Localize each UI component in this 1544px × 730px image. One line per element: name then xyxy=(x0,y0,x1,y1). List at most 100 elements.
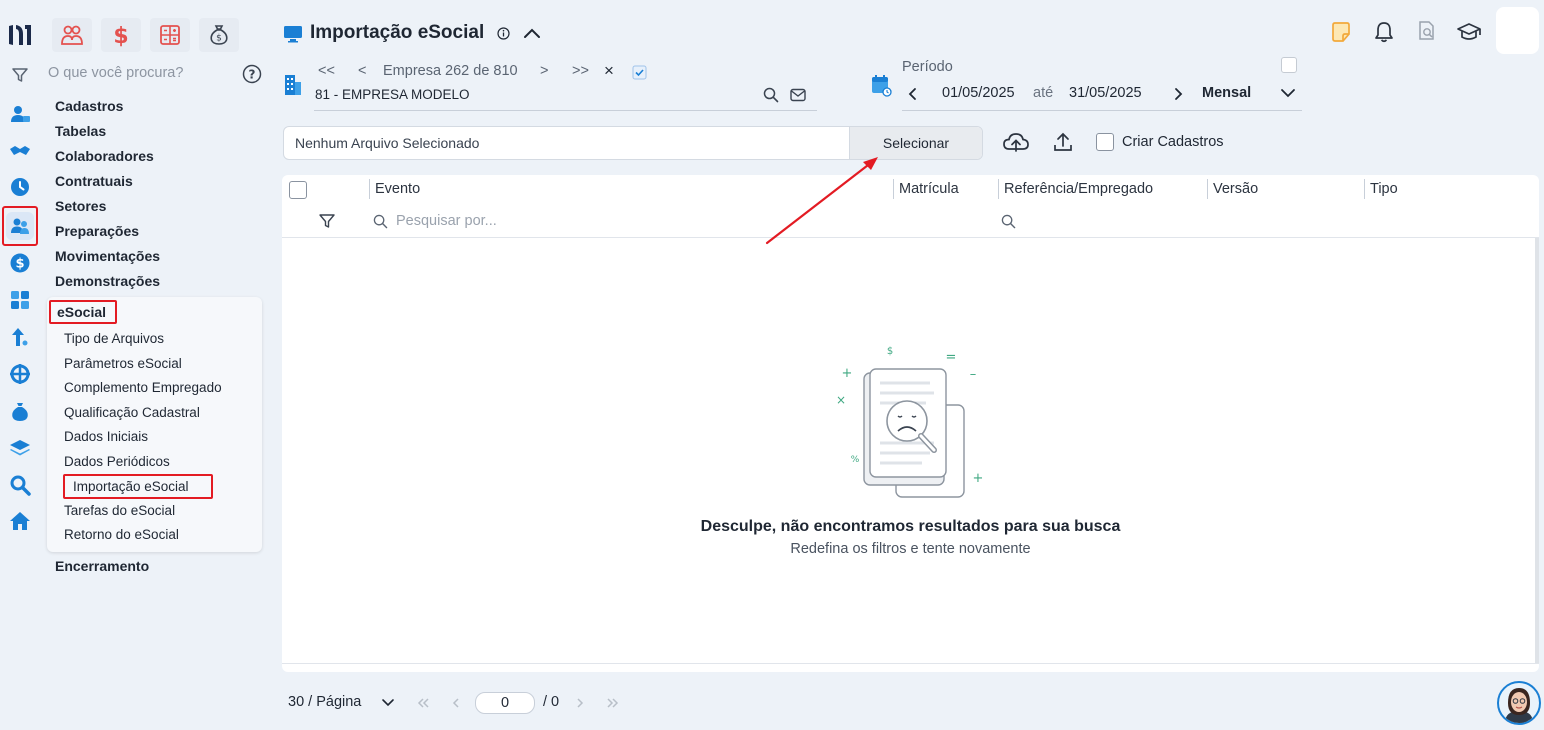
submenu-item[interactable]: Parâmetros eSocial xyxy=(64,356,182,371)
module-money-bag-icon[interactable]: $ xyxy=(199,18,239,52)
menu-setores[interactable]: Setores xyxy=(55,198,106,214)
layers-icon[interactable] xyxy=(6,434,34,462)
per-page-select[interactable]: 30 / Página xyxy=(288,694,361,710)
grid-search-input[interactable]: Pesquisar por... xyxy=(396,213,497,229)
svg-text:$: $ xyxy=(15,257,24,272)
company-counter: Empresa 262 de 810 xyxy=(383,63,518,79)
menu-cadastros[interactable]: Cadastros xyxy=(55,98,123,114)
first-page-icon[interactable] xyxy=(415,697,431,709)
submenu-item[interactable]: Retorno do eSocial xyxy=(64,527,179,542)
rail-cadastros-icon[interactable] xyxy=(6,100,34,128)
employees-icon[interactable] xyxy=(2,206,38,246)
money-bag-icon[interactable] xyxy=(6,397,34,425)
menu-encerramento[interactable]: Encerramento xyxy=(55,558,149,574)
arrow-up-icon[interactable] xyxy=(6,323,34,351)
period-next-icon[interactable] xyxy=(1172,87,1184,101)
illustration-minus: – xyxy=(970,367,977,382)
submenu-item[interactable]: Dados Iniciais xyxy=(64,429,148,444)
nav-next-button[interactable]: > xyxy=(540,63,548,79)
calculator-icon[interactable] xyxy=(6,286,34,314)
column-header-referencia[interactable]: Referência/Empregado xyxy=(1004,181,1153,197)
building-icon xyxy=(283,73,303,97)
menu-tabelas[interactable]: Tabelas xyxy=(55,123,106,139)
file-field-value: Nenhum Arquivo Selecionado xyxy=(295,135,480,151)
period-mode-select[interactable]: Mensal xyxy=(1202,85,1251,101)
menu-contratuais[interactable]: Contratuais xyxy=(55,173,133,189)
menu-movimentacoes[interactable]: Movimentações xyxy=(55,248,160,264)
menu-colaboradores[interactable]: Colaboradores xyxy=(55,148,154,164)
nav-last-button[interactable]: >> xyxy=(572,63,589,79)
clear-company-button[interactable]: × xyxy=(604,61,614,81)
check-icon[interactable] xyxy=(632,65,647,80)
company-search-icon[interactable] xyxy=(763,87,779,103)
column-header-versao[interactable]: Versão xyxy=(1213,181,1258,197)
menu-esocial[interactable]: eSocial xyxy=(57,304,106,320)
svg-text:$: $ xyxy=(216,34,222,44)
grid-filter-icon[interactable] xyxy=(318,212,336,230)
page-number-input[interactable]: 0 xyxy=(475,692,535,714)
column-separator xyxy=(1364,179,1365,199)
submenu-item[interactable]: Tarefas do eSocial xyxy=(64,503,175,518)
next-page-icon[interactable] xyxy=(575,697,585,709)
app-logo[interactable] xyxy=(7,22,33,48)
column-header-evento[interactable]: Evento xyxy=(375,181,420,197)
bell-icon[interactable] xyxy=(1374,21,1394,43)
grid-header-divider xyxy=(282,237,1539,238)
column-header-tipo[interactable]: Tipo xyxy=(1370,181,1398,197)
last-page-icon[interactable] xyxy=(605,697,621,709)
company-logo-box[interactable] xyxy=(1496,7,1539,54)
nav-prev-button[interactable]: < xyxy=(358,63,366,79)
empty-results-illustration: $ = + – × % + xyxy=(836,346,984,498)
per-page-chevron-icon[interactable] xyxy=(381,697,395,708)
info-icon[interactable] xyxy=(497,27,510,40)
select-all-checkbox[interactable] xyxy=(289,181,307,199)
period-checkbox[interactable] xyxy=(1281,57,1297,73)
menu-preparacoes[interactable]: Preparações xyxy=(55,223,139,239)
network-icon[interactable] xyxy=(6,360,34,388)
module-people-icon[interactable] xyxy=(52,18,92,52)
period-start[interactable]: 01/05/2025 xyxy=(942,85,1015,101)
period-underline xyxy=(902,110,1302,111)
help-icon[interactable]: ? xyxy=(242,64,262,84)
nav-first-button[interactable]: << xyxy=(318,63,335,79)
search-zoom-icon[interactable] xyxy=(6,471,34,499)
dollar-circle-icon[interactable]: $ xyxy=(6,249,34,277)
grid-scrollbar[interactable] xyxy=(1535,238,1539,663)
filter-icon[interactable] xyxy=(11,66,29,84)
period-label: Período xyxy=(902,59,953,75)
prev-page-icon[interactable] xyxy=(451,697,461,709)
period-end[interactable]: 31/05/2025 xyxy=(1069,85,1142,101)
graduation-cap-icon[interactable] xyxy=(1456,21,1482,43)
column-separator xyxy=(998,179,999,199)
chevron-down-icon[interactable] xyxy=(1280,87,1296,99)
clock-icon[interactable] xyxy=(6,173,34,201)
module-calculator-icon[interactable] xyxy=(150,18,190,52)
monitor-icon xyxy=(283,24,303,44)
assistant-avatar[interactable] xyxy=(1497,681,1541,725)
submenu-item-importacao-esocial[interactable]: Importação eSocial xyxy=(73,479,189,494)
collapse-chevron-icon[interactable] xyxy=(523,26,541,40)
create-records-checkbox[interactable] xyxy=(1096,133,1114,151)
referencia-search-icon[interactable] xyxy=(1001,214,1016,229)
module-dollar-icon[interactable]: $ xyxy=(101,18,141,52)
illustration-plus: + xyxy=(973,471,984,486)
submenu-item[interactable]: Qualificação Cadastral xyxy=(64,405,200,420)
page-total: / 0 xyxy=(543,694,560,710)
company-name[interactable]: 81 - EMPRESA MODELO xyxy=(315,87,470,102)
home-icon[interactable] xyxy=(6,507,34,535)
submenu-item[interactable]: Complemento Empregado xyxy=(64,380,222,395)
submenu-item[interactable]: Dados Periódicos xyxy=(64,454,170,469)
submenu-item[interactable]: Tipo de Arquivos xyxy=(64,331,164,346)
illustration-times: × xyxy=(836,393,846,407)
document-search-icon[interactable] xyxy=(1416,20,1438,42)
period-prev-icon[interactable] xyxy=(907,87,919,101)
upload-icon[interactable] xyxy=(1052,131,1074,153)
column-header-matricula[interactable]: Matrícula xyxy=(899,181,959,197)
handshake-icon[interactable] xyxy=(6,137,34,165)
menu-demonstracoes[interactable]: Demonstrações xyxy=(55,273,160,289)
calendar-icon xyxy=(870,73,892,97)
cloud-upload-icon[interactable] xyxy=(1002,130,1030,154)
mail-icon[interactable] xyxy=(790,88,806,102)
search-input[interactable]: O que você procura? xyxy=(48,65,198,85)
sticky-note-icon[interactable] xyxy=(1330,21,1352,43)
